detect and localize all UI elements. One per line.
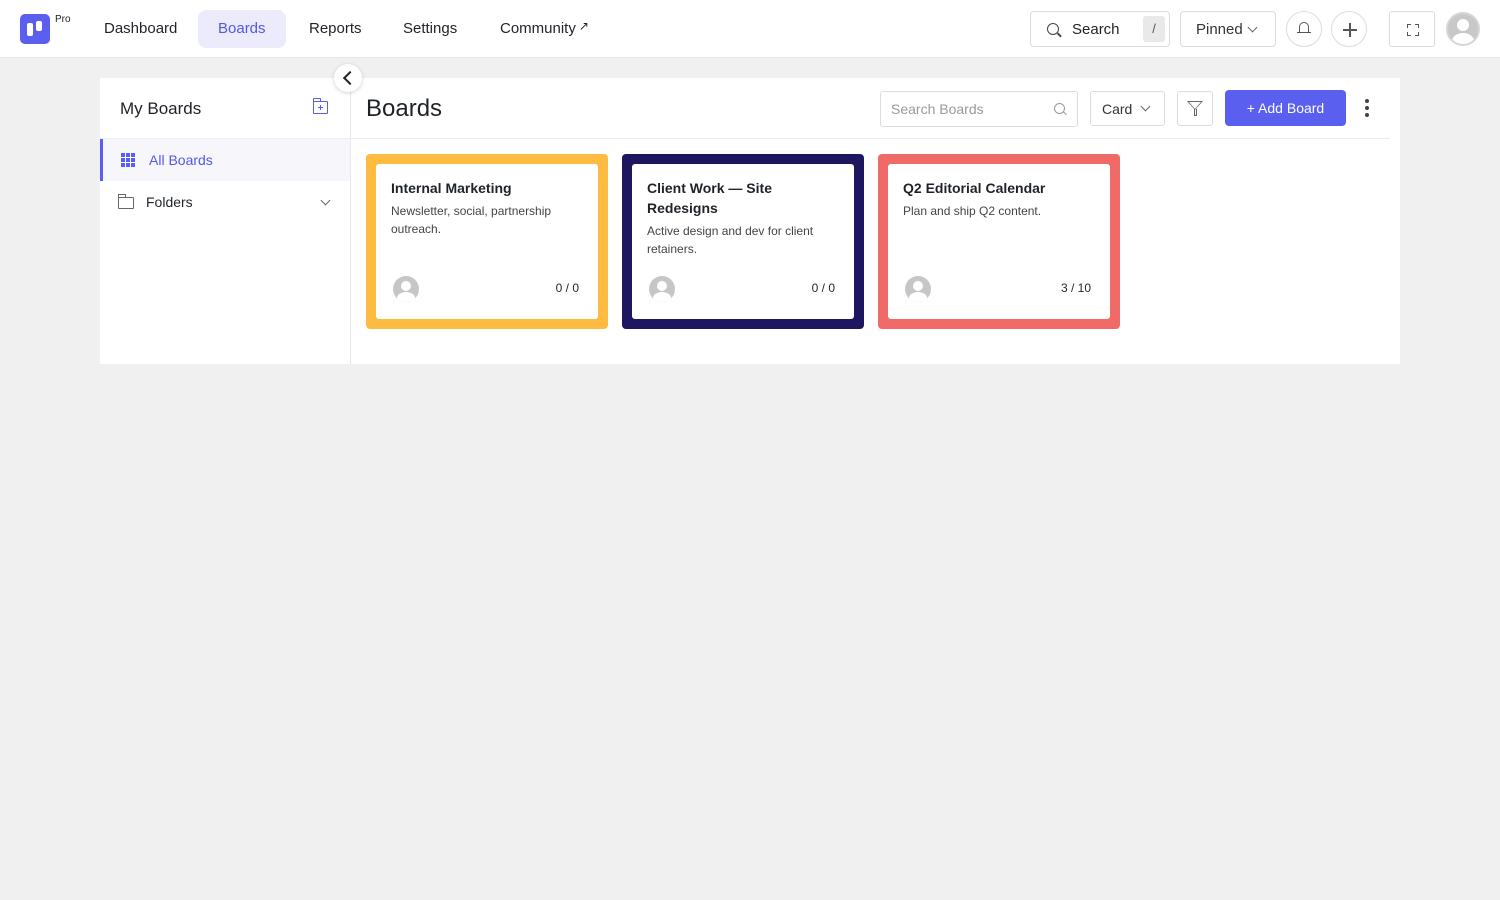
board-task-count: 0 / 0	[555, 281, 579, 295]
search-label: Search	[1072, 21, 1120, 38]
boards-panel: My Boards All Boards Folders Boards Card…	[100, 78, 1400, 364]
sidebar-title: My Boards	[120, 99, 202, 118]
board-name: Client Work — Site Redesigns	[647, 180, 772, 216]
sidebar-item-label: Folders	[146, 194, 193, 210]
search-icon	[1054, 103, 1065, 114]
board-description: Plan and ship Q2 content.	[903, 204, 1042, 218]
nav-label: Community	[500, 20, 576, 37]
grid-icon	[121, 153, 135, 167]
more-options-icon[interactable]	[1365, 99, 1369, 117]
search-shortcut-key: /	[1143, 16, 1165, 42]
top-navbar: Pro Dashboard Boards Reports Settings Co…	[0, 0, 1500, 58]
nav-label: Dashboard	[104, 20, 178, 37]
app-logo[interactable]	[20, 14, 50, 44]
board-card-body: Internal Marketing Newsletter, social, p…	[376, 164, 598, 319]
board-description: Active design and dev for client retaine…	[647, 224, 814, 256]
board-card-body: Client Work — Site Redesigns Active desi…	[632, 164, 854, 319]
board-name: Internal Marketing	[391, 180, 512, 196]
filter-button[interactable]	[1177, 91, 1213, 126]
chevron-down-icon	[1140, 101, 1151, 112]
nav-settings[interactable]: Settings	[383, 10, 477, 48]
board-task-count: 0 / 0	[811, 281, 835, 295]
board-card[interactable]: Client Work — Site Redesigns Active desi…	[622, 154, 864, 329]
search-icon	[1047, 23, 1059, 35]
avatar	[905, 276, 931, 302]
sidebar: My Boards All Boards Folders	[100, 78, 351, 364]
nav-label: Boards	[218, 20, 266, 37]
pinned-dropdown[interactable]: Pinned	[1180, 11, 1276, 47]
chevron-down-icon	[320, 195, 331, 206]
board-task-count: 3 / 10	[1060, 281, 1091, 295]
bell-icon	[1297, 22, 1311, 34]
sidebar-item-all-boards[interactable]: All Boards	[100, 139, 350, 181]
global-search-button[interactable]: Search /	[1030, 11, 1170, 47]
notifications-button[interactable]	[1286, 11, 1322, 47]
nav-boards[interactable]: Boards	[198, 10, 286, 48]
board-card[interactable]: Q2 Editorial Calendar Plan and ship Q2 c…	[878, 154, 1120, 329]
view-mode-select[interactable]: Card	[1090, 91, 1165, 126]
pro-badge: Pro	[55, 14, 71, 25]
folder-icon	[117, 194, 134, 209]
nav-community[interactable]: Community ↗	[480, 10, 609, 48]
nav-reports[interactable]: Reports	[289, 10, 382, 48]
external-link-icon: ↗	[578, 19, 589, 33]
create-button[interactable]	[1331, 11, 1367, 47]
divider	[351, 138, 1390, 139]
avatar	[649, 276, 675, 302]
pinned-label: Pinned	[1196, 21, 1243, 38]
board-name: Q2 Editorial Calendar	[903, 180, 1046, 196]
sidebar-item-label: All Boards	[149, 152, 213, 168]
avatar	[393, 276, 419, 302]
board-description: Newsletter, social, partnership outreach…	[391, 204, 552, 236]
view-mode-value: Card	[1102, 101, 1133, 117]
board-card[interactable]: Internal Marketing Newsletter, social, p…	[366, 154, 608, 329]
collapse-sidebar-button[interactable]	[334, 64, 362, 92]
page-title: Boards	[366, 95, 443, 122]
search-boards-input[interactable]	[880, 91, 1078, 127]
board-card-body: Q2 Editorial Calendar Plan and ship Q2 c…	[888, 164, 1110, 319]
nav-label: Settings	[403, 20, 458, 37]
add-board-button[interactable]: + Add Board	[1225, 90, 1346, 126]
fullscreen-button[interactable]	[1389, 11, 1435, 47]
add-folder-icon[interactable]	[312, 98, 328, 114]
nav-dashboard[interactable]: Dashboard	[84, 10, 197, 48]
sidebar-item-folders[interactable]: Folders	[100, 181, 350, 223]
nav-label: Reports	[309, 20, 362, 37]
user-avatar[interactable]	[1446, 12, 1480, 46]
chevron-down-icon	[1247, 22, 1258, 33]
